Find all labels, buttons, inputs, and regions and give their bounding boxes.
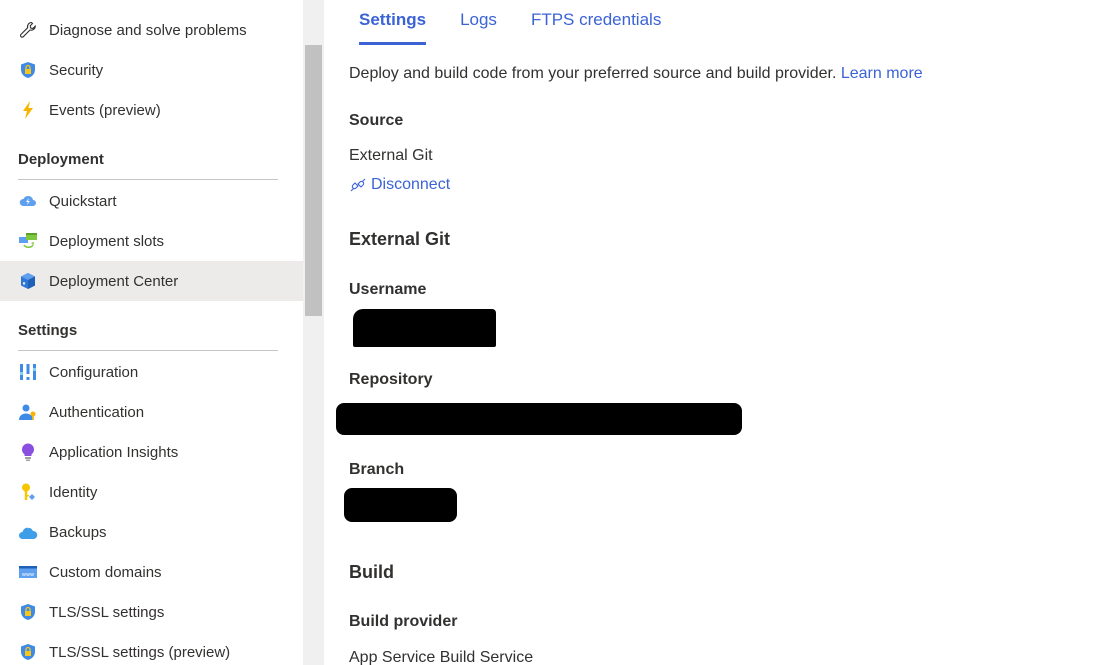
sidebar-item-label: Quickstart: [49, 192, 117, 210]
sidebar-item-configuration[interactable]: Configuration: [0, 352, 304, 392]
username-value-redacted: [353, 309, 496, 347]
sidebar-item-diagnose[interactable]: Diagnose and solve problems: [0, 10, 304, 50]
config-bars-icon: [18, 362, 38, 382]
sidebar-item-label: Diagnose and solve problems: [49, 21, 247, 39]
build-provider-value: App Service Build Service: [349, 649, 534, 665]
sidebar-item-label: Authentication: [49, 403, 145, 421]
source-label: Source: [349, 112, 404, 129]
sidebar-item-deployment-center[interactable]: Deployment Center: [0, 261, 304, 301]
sidebar-item-label: Custom domains: [49, 563, 162, 581]
cloud-backup-icon: [18, 522, 38, 542]
sidebar-item-events[interactable]: Events (preview): [0, 90, 304, 130]
section-divider: [18, 179, 278, 180]
cube-icon: [18, 271, 38, 291]
learn-more-link[interactable]: Learn more: [841, 65, 923, 82]
sidebar-item-authentication[interactable]: Authentication: [0, 392, 304, 432]
description-text: Deploy and build code from your preferre…: [349, 65, 837, 82]
tab-settings[interactable]: Settings: [359, 0, 427, 46]
sidebar-item-custom-domains[interactable]: www Custom domains: [0, 552, 304, 592]
build-provider-label: Build provider: [349, 613, 458, 630]
sidebar-item-security[interactable]: Security: [0, 50, 304, 90]
cloud-lightning-icon: [18, 191, 38, 211]
unlink-icon: [350, 178, 366, 192]
sidebar-item-label: Deployment Center: [49, 272, 179, 290]
description: Deploy and build code from your preferre…: [349, 65, 923, 83]
section-header-deployment: Deployment: [18, 151, 104, 168]
repository-value-redacted: [336, 403, 742, 435]
sidebar-item-label: Identity: [49, 483, 98, 501]
tab-bar: Settings Logs FTPS credentials: [359, 0, 695, 46]
disconnect-button[interactable]: Disconnect: [349, 176, 450, 194]
svg-text:www: www: [22, 572, 34, 578]
section-divider: [18, 350, 278, 351]
user-key-icon: [18, 402, 38, 422]
sidebar-item-quickstart[interactable]: Quickstart: [0, 181, 304, 221]
lightning-icon: [18, 100, 38, 120]
repository-label: Repository: [349, 371, 433, 388]
tab-ftps-credentials[interactable]: FTPS credentials: [531, 0, 661, 46]
sidebar-item-tls-ssl-preview[interactable]: TLS/SSL settings (preview): [0, 632, 304, 665]
sidebar-item-label: TLS/SSL settings: [49, 603, 165, 621]
shield-lock-icon: [18, 60, 38, 80]
external-git-heading: External Git: [349, 229, 451, 249]
sidebar-item-label: Application Insights: [49, 443, 179, 461]
sidebar-item-label: Deployment slots: [49, 232, 165, 250]
sidebar-item-application-insights[interactable]: Application Insights: [0, 432, 304, 472]
tab-logs[interactable]: Logs: [460, 0, 497, 46]
key-icon: [18, 482, 38, 502]
www-icon: www: [18, 562, 38, 582]
shield-lock-icon: [18, 642, 38, 662]
sidebar-item-label: TLS/SSL settings (preview): [49, 643, 231, 661]
lightbulb-icon: [18, 442, 38, 462]
wrench-icon: [18, 20, 38, 40]
sidebar-item-label: Configuration: [49, 363, 139, 381]
branch-label: Branch: [349, 461, 405, 478]
sidebar-item-label: Backups: [49, 523, 107, 541]
sidebar-item-deployment-slots[interactable]: Deployment slots: [0, 221, 304, 261]
sidebar-item-tls-ssl[interactable]: TLS/SSL settings: [0, 592, 304, 632]
source-value: External Git: [349, 147, 433, 164]
shield-lock-icon: [18, 602, 38, 622]
build-heading: Build: [349, 562, 394, 582]
disconnect-label: Disconnect: [371, 176, 451, 193]
main-content: Settings Logs FTPS credentials Deploy an…: [324, 0, 1097, 665]
sidebar: Diagnose and solve problems Security Eve…: [0, 0, 304, 665]
sidebar-item-label: Events (preview): [49, 101, 161, 119]
username-label: Username: [349, 281, 427, 298]
sidebar-scrollbar-thumb[interactable]: [305, 45, 322, 316]
sidebar-item-backups[interactable]: Backups: [0, 512, 304, 552]
sidebar-item-label: Security: [49, 61, 104, 79]
section-header-settings: Settings: [18, 322, 78, 339]
deployment-slots-icon: [18, 231, 38, 251]
sidebar-item-identity[interactable]: Identity: [0, 472, 304, 512]
branch-value-redacted: [344, 488, 457, 522]
